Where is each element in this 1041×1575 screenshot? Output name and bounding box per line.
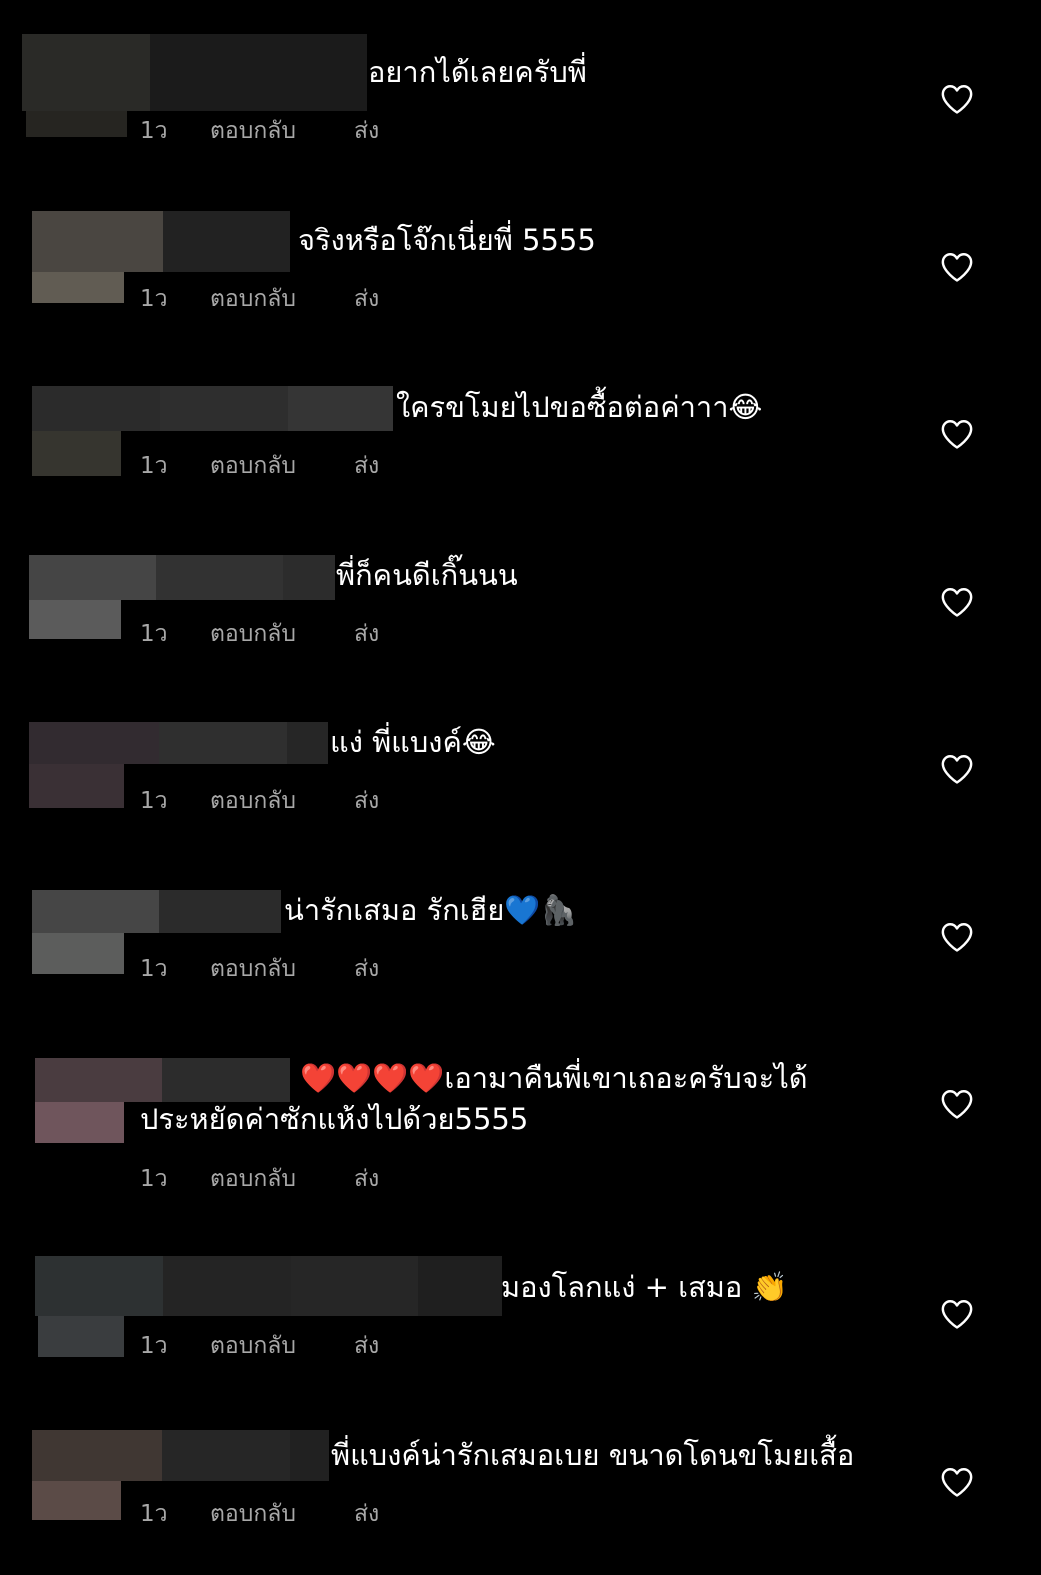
- reply-button[interactable]: ตอบกลับ: [210, 783, 354, 819]
- comment-meta: 1ว ตอบกลับ ส่ง: [140, 448, 379, 484]
- blurred-username: [35, 1256, 502, 1316]
- reply-button[interactable]: ตอบกลับ: [210, 1328, 354, 1364]
- blurred-username: [29, 722, 328, 764]
- like-heart-icon[interactable]: [940, 921, 974, 953]
- blurred-avatar[interactable]: [32, 431, 121, 476]
- blurred-avatar[interactable]: [35, 1102, 124, 1143]
- comment-meta: 1ว ตอบกลับ ส่ง: [140, 616, 379, 652]
- reply-button[interactable]: ตอบกลับ: [210, 281, 354, 317]
- like-heart-icon[interactable]: [940, 418, 974, 450]
- blurred-username: [32, 386, 393, 431]
- comment-text: จริงหรือโจ๊กเนี่ยพี่ 5555: [298, 223, 596, 257]
- like-heart-icon[interactable]: [940, 1298, 974, 1330]
- blurred-username: [29, 555, 335, 600]
- share-button[interactable]: ส่ง: [354, 448, 379, 484]
- share-button[interactable]: ส่ง: [354, 1161, 379, 1197]
- share-button[interactable]: ส่ง: [354, 783, 379, 819]
- comment-text: น่ารักเสมอ รักเฮีย💙🦍: [284, 893, 577, 927]
- reply-button[interactable]: ตอบกลับ: [210, 448, 354, 484]
- like-heart-icon[interactable]: [940, 1466, 974, 1498]
- comment-text: มองโลกแง่ + เสมอ 👏: [501, 1270, 788, 1304]
- blurred-avatar[interactable]: [32, 933, 124, 974]
- comment-time: 1ว: [140, 956, 168, 982]
- comment-meta: 1ว ตอบกลับ ส่ง: [140, 951, 379, 987]
- comment-time: 1ว: [140, 1501, 168, 1527]
- comment-time: 1ว: [140, 788, 168, 814]
- reply-button[interactable]: ตอบกลับ: [210, 951, 354, 987]
- comment-text: แง่ พี่แบงค์😂: [330, 725, 496, 759]
- blurred-avatar[interactable]: [26, 111, 127, 137]
- share-button[interactable]: ส่ง: [354, 1328, 379, 1364]
- reply-button[interactable]: ตอบกลับ: [210, 113, 354, 149]
- comment-time: 1ว: [140, 286, 168, 312]
- comment-time: 1ว: [140, 1333, 168, 1359]
- blurred-avatar[interactable]: [29, 764, 124, 808]
- share-button[interactable]: ส่ง: [354, 951, 379, 987]
- comment-text: พี่แบงค์น่ารักเสมอเบย ขนาดโดนขโมยเสื้อ: [331, 1438, 855, 1472]
- comment-text: อยากได้เลยครับพี่: [368, 55, 587, 89]
- comment-meta: 1ว ตอบกลับ ส่ง: [140, 281, 379, 317]
- blurred-username: [32, 1430, 329, 1481]
- comment-time: 1ว: [140, 453, 168, 479]
- blurred-avatar[interactable]: [32, 1481, 121, 1520]
- comment-text: พี่ก็คนดีเกิ๊นนน: [336, 558, 518, 592]
- blurred-avatar[interactable]: [29, 600, 121, 639]
- share-button[interactable]: ส่ง: [354, 113, 379, 149]
- like-heart-icon[interactable]: [940, 83, 974, 115]
- like-heart-icon[interactable]: [940, 1088, 974, 1120]
- reply-button[interactable]: ตอบกลับ: [210, 1161, 354, 1197]
- like-heart-icon[interactable]: [940, 753, 974, 785]
- comment-text: ใครขโมยไปขอซื้อต่อค่าาา😂: [396, 390, 763, 424]
- like-heart-icon[interactable]: [940, 586, 974, 618]
- comment-meta: 1ว ตอบกลับ ส่ง: [140, 783, 379, 819]
- comment-meta: 1ว ตอบกลับ ส่ง: [140, 1496, 379, 1532]
- share-button[interactable]: ส่ง: [354, 616, 379, 652]
- share-button[interactable]: ส่ง: [354, 1496, 379, 1532]
- comment-text-line1: ❤️❤️❤️❤️เอามาคืนพี่เขาเถอะครับจะได้: [300, 1061, 808, 1095]
- reply-button[interactable]: ตอบกลับ: [210, 1496, 354, 1532]
- comment-time: 1ว: [140, 621, 168, 647]
- like-heart-icon[interactable]: [940, 251, 974, 283]
- reply-button[interactable]: ตอบกลับ: [210, 616, 354, 652]
- share-button[interactable]: ส่ง: [354, 281, 379, 317]
- comment-time: 1ว: [140, 118, 168, 144]
- blurred-username: [35, 1058, 290, 1102]
- blurred-username: [32, 211, 290, 272]
- comment-meta: 1ว ตอบกลับ ส่ง: [140, 113, 379, 149]
- blurred-username: [32, 890, 281, 933]
- blurred-avatar[interactable]: [32, 272, 124, 303]
- blurred-username: [22, 34, 367, 111]
- comment-meta: 1ว ตอบกลับ ส่ง: [140, 1328, 379, 1364]
- comment-time: 1ว: [140, 1166, 168, 1192]
- comment-text-line2: ประหยัดค่าซักแห้งไปด้วย5555: [140, 1102, 529, 1136]
- comment-meta: 1ว ตอบกลับ ส่ง: [140, 1161, 379, 1197]
- blurred-avatar[interactable]: [38, 1316, 124, 1357]
